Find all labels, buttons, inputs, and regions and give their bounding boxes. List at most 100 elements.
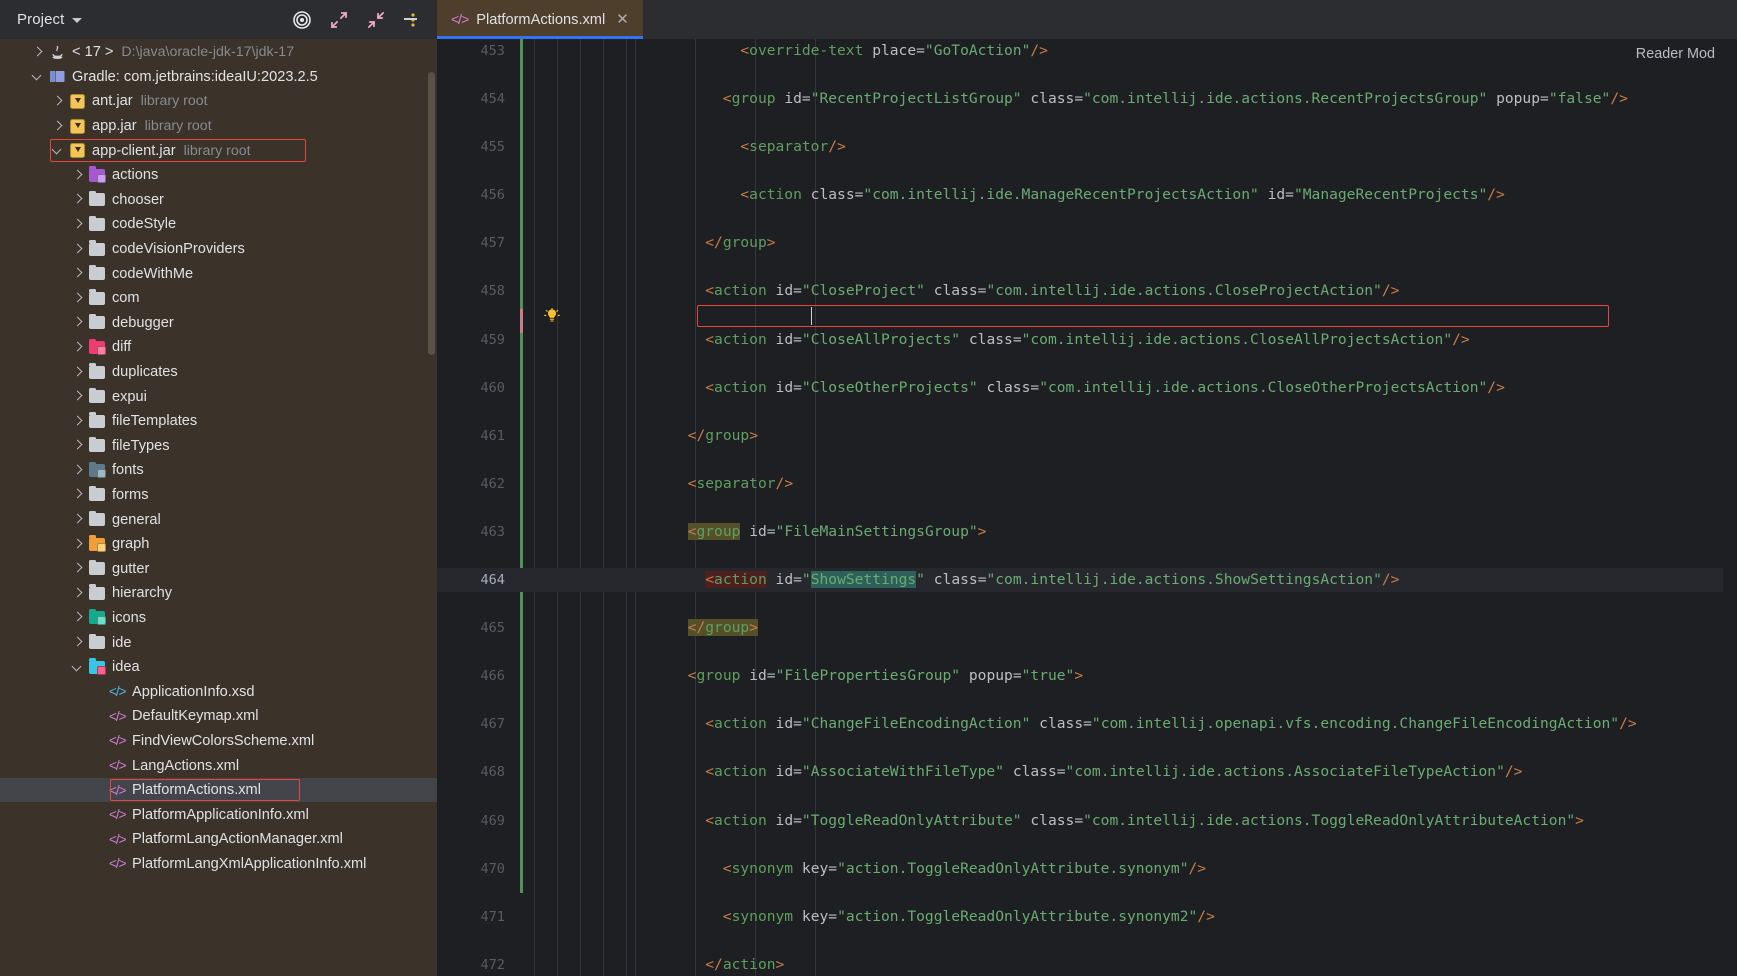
code-line[interactable]: 463 <group id="FileMainSettingsGroup"> <box>437 520 1737 544</box>
chevron-right-icon[interactable] <box>72 219 83 230</box>
tree-item-com[interactable]: com <box>0 286 437 311</box>
chevron-right-icon[interactable] <box>72 612 83 623</box>
expand-all-icon[interactable] <box>329 10 349 30</box>
tree-item-gradle-com-jetbrains-ideaiu-2023-2-5[interactable]: Gradle: com.jetbrains:ideaIU:2023.2.5 <box>0 65 437 90</box>
editor-tab-platformactions[interactable]: </> PlatformActions.xml ✕ <box>437 0 643 39</box>
code-line[interactable]: 454 <group id="RecentProjectListGroup" cl… <box>437 87 1737 111</box>
project-tree[interactable]: < 17 > D:\java\oracle-jdk-17\jdk-17 Gradle… <box>0 39 437 976</box>
tree-item-codevisionproviders[interactable]: codeVisionProviders <box>0 237 437 262</box>
code-line[interactable]: 462 <separator/> <box>437 472 1737 496</box>
tree-item-filetypes[interactable]: fileTypes <box>0 434 437 459</box>
tree-item-langactions-xml[interactable]: </> LangActions.xml <box>0 753 437 778</box>
tree-item-platformlangxmlapplicationinfo-xml[interactable]: </> PlatformLangXmlApplicationInfo.xml <box>0 852 437 877</box>
close-icon[interactable]: ✕ <box>616 12 629 27</box>
tree-item-defaultkeymap-xml[interactable]: </> DefaultKeymap.xml <box>0 704 437 729</box>
tree-item-codestyle[interactable]: codeStyle <box>0 212 437 237</box>
line-number: 456 <box>480 187 505 204</box>
code-line-text: </group> <box>705 234 776 252</box>
tree-item-app-jar[interactable]: app.jar library root <box>0 114 437 139</box>
sidebar-scrollbar[interactable] <box>428 72 435 355</box>
line-number: 465 <box>480 620 505 637</box>
vcs-gutter-marker[interactable] <box>520 39 523 309</box>
tree-item-graph[interactable]: graph <box>0 532 437 557</box>
tree-item-label: PlatformLangActionManager.xml <box>132 831 343 848</box>
chevron-down-icon[interactable] <box>32 71 43 82</box>
tree-item-platformlangactionmanager-xml[interactable]: </> PlatformLangActionManager.xml <box>0 827 437 852</box>
chevron-right-icon[interactable] <box>72 637 83 648</box>
chevron-right-icon[interactable] <box>72 367 83 378</box>
chevron-right-icon[interactable] <box>72 465 83 476</box>
code-line[interactable]: 460 <action id="CloseOtherProjects" class… <box>437 376 1737 400</box>
chevron-right-icon[interactable] <box>72 440 83 451</box>
code-line[interactable]: 469 <action id="ToggleReadOnlyAttribute" … <box>437 809 1737 833</box>
tree-item-expui[interactable]: expui <box>0 384 437 409</box>
collapse-all-icon[interactable] <box>366 10 386 30</box>
code-line[interactable]: 464 <action id="ShowSettings" class="com.… <box>437 568 1737 593</box>
chevron-right-icon[interactable] <box>52 96 63 107</box>
chevron-right-icon[interactable] <box>72 317 83 328</box>
code-line[interactable]: 470 <synonym key="action.ToggleReadOnlyAt… <box>437 857 1737 881</box>
tree-item-codewithme[interactable]: codeWithMe <box>0 261 437 286</box>
chevron-right-icon[interactable] <box>72 293 83 304</box>
tree-item-app-client-jar[interactable]: app-client.jar library root <box>0 138 437 163</box>
code-line[interactable]: 466 <group id="FilePropertiesGroup" popup… <box>437 664 1737 688</box>
code-line[interactable]: 455 <separator/> <box>437 135 1737 159</box>
tree-item-platformapplicationinfo-xml[interactable]: </> PlatformApplicationInfo.xml <box>0 802 437 827</box>
chevron-right-icon[interactable] <box>72 170 83 181</box>
editor-gutter[interactable] <box>437 39 519 976</box>
chevron-right-icon[interactable] <box>72 489 83 500</box>
code-line[interactable]: 465 </group> <box>437 616 1737 640</box>
folder-fonts-icon <box>89 461 106 479</box>
chevron-right-icon[interactable] <box>72 588 83 599</box>
chevron-right-icon[interactable] <box>32 47 43 58</box>
tree-item-hierarchy[interactable]: hierarchy <box>0 581 437 606</box>
tree-item-ide[interactable]: ide <box>0 630 437 655</box>
tree-item-debugger[interactable]: debugger <box>0 311 437 336</box>
editor-marker-bar[interactable] <box>1723 39 1737 976</box>
chevron-down-icon[interactable] <box>72 662 83 673</box>
code-line[interactable]: 456 <action class="com.intellij.ide.Manag… <box>437 183 1737 207</box>
tree-item-platformactions-xml[interactable]: </> PlatformActions.xml <box>0 777 437 803</box>
chevron-right-icon[interactable] <box>72 563 83 574</box>
code-editor[interactable]: Reader Mod 453 <override-text place="GoTo… <box>437 39 1737 976</box>
code-line[interactable]: 471 <synonym key="action.ToggleReadOnlyAt… <box>437 905 1737 929</box>
intention-bulb-icon[interactable] <box>544 307 560 324</box>
code-line[interactable]: 457 </group> <box>437 231 1737 255</box>
chevron-right-icon[interactable] <box>72 416 83 427</box>
tree-item-idea[interactable]: idea <box>0 655 437 680</box>
code-line[interactable]: 472 </action> <box>437 953 1737 976</box>
code-line[interactable]: 468 <action id="AssociateWithFileType" cl… <box>437 760 1737 784</box>
code-line[interactable]: 458 <action id="CloseProject" class="com.… <box>437 279 1737 303</box>
chevron-down-icon[interactable] <box>52 145 63 156</box>
tree-item-applicationinfo-xsd[interactable]: </> ApplicationInfo.xsd <box>0 679 437 704</box>
chevron-right-icon[interactable] <box>52 121 63 132</box>
tree-item-duplicates[interactable]: duplicates <box>0 360 437 385</box>
tree-item-17[interactable]: < 17 > D:\java\oracle-jdk-17\jdk-17 <box>0 40 437 65</box>
tree-item-findviewcolorsscheme-xml[interactable]: </> FindViewColorsScheme.xml <box>0 729 437 754</box>
tree-item-diff[interactable]: diff <box>0 335 437 360</box>
tree-item-forms[interactable]: forms <box>0 483 437 508</box>
chevron-right-icon[interactable] <box>72 268 83 279</box>
chevron-right-icon[interactable] <box>72 194 83 205</box>
tree-item-label: app.jar <box>92 118 137 135</box>
tree-item-gutter[interactable]: gutter <box>0 556 437 581</box>
tree-item-chooser[interactable]: chooser <box>0 188 437 213</box>
chevron-right-icon[interactable] <box>72 342 83 353</box>
chevron-right-icon[interactable] <box>72 514 83 525</box>
tree-item-filetemplates[interactable]: fileTemplates <box>0 409 437 434</box>
code-line[interactable]: 467 <action id="ChangeFileEncodingAction"… <box>437 712 1737 736</box>
chevron-right-icon[interactable] <box>72 244 83 255</box>
tree-item-icons[interactable]: icons <box>0 606 437 631</box>
tree-item-general[interactable]: general <box>0 507 437 532</box>
chevron-down-icon[interactable] <box>72 18 83 23</box>
select-opened-file-icon[interactable] <box>292 10 312 30</box>
code-line[interactable]: 461 </group> <box>437 424 1737 448</box>
tree-item-fonts[interactable]: fonts <box>0 458 437 483</box>
tree-item-ant-jar[interactable]: ant.jar library root <box>0 89 437 114</box>
code-line[interactable]: 459 <action id="CloseAllProjects" class="… <box>437 328 1737 352</box>
minimize-window-button[interactable] <box>400 11 420 27</box>
code-line[interactable]: 453 <override-text place="GoToAction"/> <box>437 39 1737 63</box>
chevron-right-icon[interactable] <box>72 391 83 402</box>
tree-item-actions[interactable]: actions <box>0 163 437 188</box>
chevron-right-icon[interactable] <box>72 539 83 550</box>
